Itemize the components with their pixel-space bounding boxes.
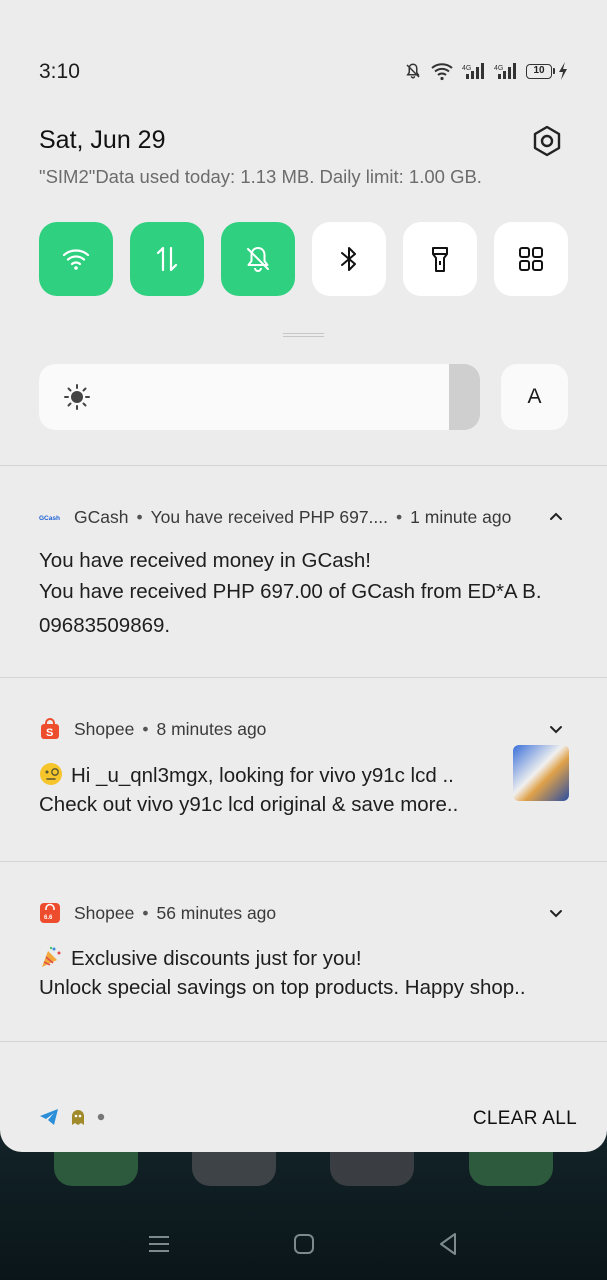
notification-time: 1 minute ago <box>410 506 512 527</box>
svg-text:GCash: GCash <box>39 515 60 522</box>
settings-gear-icon[interactable] <box>530 124 564 158</box>
bluetooth-tile[interactable] <box>312 222 386 296</box>
mute-tile[interactable] <box>221 222 295 296</box>
mute-icon <box>406 63 420 79</box>
svg-text:4G: 4G <box>462 65 471 72</box>
notification-app-name: Shopee <box>74 902 135 923</box>
back-nav-icon[interactable] <box>433 1229 463 1259</box>
gcash-app-icon: GCash <box>39 506 61 528</box>
brightness-slider[interactable] <box>39 364 480 430</box>
clear-all-button[interactable]: CLEAR ALL <box>473 1108 577 1130</box>
divider <box>0 677 607 678</box>
bluetooth-icon <box>341 247 356 271</box>
battery-icon: 10 <box>526 63 555 79</box>
apps-grid-icon <box>519 247 543 271</box>
notification-summary: You have received PHP 697.... <box>150 506 388 527</box>
notification-title: Hi _u_qnl3mgx, looking for vivo y91c lcd… <box>39 762 454 788</box>
notification-text-line: You have received PHP 697.00 of GCash fr… <box>39 580 542 603</box>
brightness-sun-icon <box>64 384 90 410</box>
date-label: Sat, Jun 29 <box>39 126 166 154</box>
brightness-fill <box>39 364 450 430</box>
wifi-icon <box>431 63 453 81</box>
svg-text:S: S <box>46 727 53 739</box>
clock: 3:10 <box>39 60 80 83</box>
notification-title: Exclusive discounts just for you! <box>39 945 362 971</box>
auto-brightness-button[interactable]: A <box>501 364 568 430</box>
notification-app-name: GCash <box>74 506 129 527</box>
notification-header: S Shopee • 8 minutes ago <box>39 717 266 741</box>
hidden-notification-icons <box>39 1108 105 1126</box>
notification-header: 6.6 Shopee • 56 minutes ago <box>39 901 276 925</box>
ghost-app-icon <box>72 1110 84 1125</box>
notification-app-name: Shopee <box>74 718 135 739</box>
home-nav-icon[interactable] <box>289 1229 319 1259</box>
telegram-icon <box>40 1109 58 1125</box>
notification-shopee[interactable]: 6.6 Shopee • 56 minutes ago Exclusive di… <box>0 901 607 1011</box>
divider <box>0 861 607 862</box>
monocle-face-emoji-icon <box>40 763 62 785</box>
flashlight-tile[interactable] <box>403 222 477 296</box>
mute-icon <box>247 247 269 272</box>
notification-text-line: 09683509869. <box>39 614 171 637</box>
party-popper-emoji-icon <box>42 946 61 967</box>
shade-footer: CLEAR ALL <box>0 1100 607 1140</box>
wifi-icon <box>62 249 90 270</box>
quick-settings-tiles <box>39 222 569 296</box>
signal-icon: 4G <box>494 63 516 79</box>
expand-handle[interactable] <box>283 333 324 337</box>
divider <box>0 465 607 466</box>
mobile-data-icon <box>156 246 178 272</box>
notification-title-text: Exclusive discounts just for you! <box>71 947 362 970</box>
product-thumbnail <box>513 745 569 801</box>
status-bar: 3:10 4G 4G 10 <box>0 56 607 88</box>
notification-shade: 3:10 4G 4G 10 Sat, Jun 29 "SIM2"Data use… <box>0 0 607 1152</box>
more-dot-icon <box>97 1113 105 1121</box>
notification-gcash[interactable]: GCash GCash • You have received PHP 697.… <box>0 505 607 655</box>
data-usage-text: "SIM2"Data used today: 1.13 MB. Daily li… <box>39 166 482 187</box>
battery-level: 10 <box>526 63 552 79</box>
divider <box>0 1041 607 1042</box>
notification-header: GCash GCash • You have received PHP 697.… <box>39 506 512 528</box>
notification-time: 8 minutes ago <box>156 718 267 739</box>
menu-nav-icon[interactable] <box>144 1229 174 1259</box>
shopee-app-icon: S <box>39 718 61 740</box>
wifi-tile[interactable] <box>39 222 113 296</box>
notification-shopee[interactable]: S Shopee • 8 minutes ago Hi _u_qnl3mgx, … <box>0 717 607 837</box>
chevron-down-icon[interactable] <box>547 720 565 738</box>
svg-text:4G: 4G <box>494 65 503 72</box>
notification-time: 56 minutes ago <box>156 902 277 923</box>
signal-icon: 4G <box>462 63 484 79</box>
notification-text-line: Check out vivo y91c lcd original & save … <box>39 793 459 816</box>
navigation-bar <box>0 1215 607 1271</box>
chevron-up-icon[interactable] <box>547 508 565 526</box>
mobile-data-tile[interactable] <box>130 222 204 296</box>
svg-text:6.6: 6.6 <box>44 915 53 921</box>
notification-title-text: Hi _u_qnl3mgx, looking for vivo y91c lcd… <box>71 764 454 787</box>
chevron-down-icon[interactable] <box>547 904 565 922</box>
notification-title: You have received money in GCash! <box>39 549 371 572</box>
edit-tiles-tile[interactable] <box>494 222 568 296</box>
flashlight-icon <box>432 247 448 272</box>
notification-text-line: Unlock special savings on top products. … <box>39 976 526 999</box>
charging-icon <box>559 62 567 80</box>
status-icons: 4G 4G 10 <box>404 58 569 84</box>
shopee-app-icon: 6.6 <box>39 902 61 924</box>
